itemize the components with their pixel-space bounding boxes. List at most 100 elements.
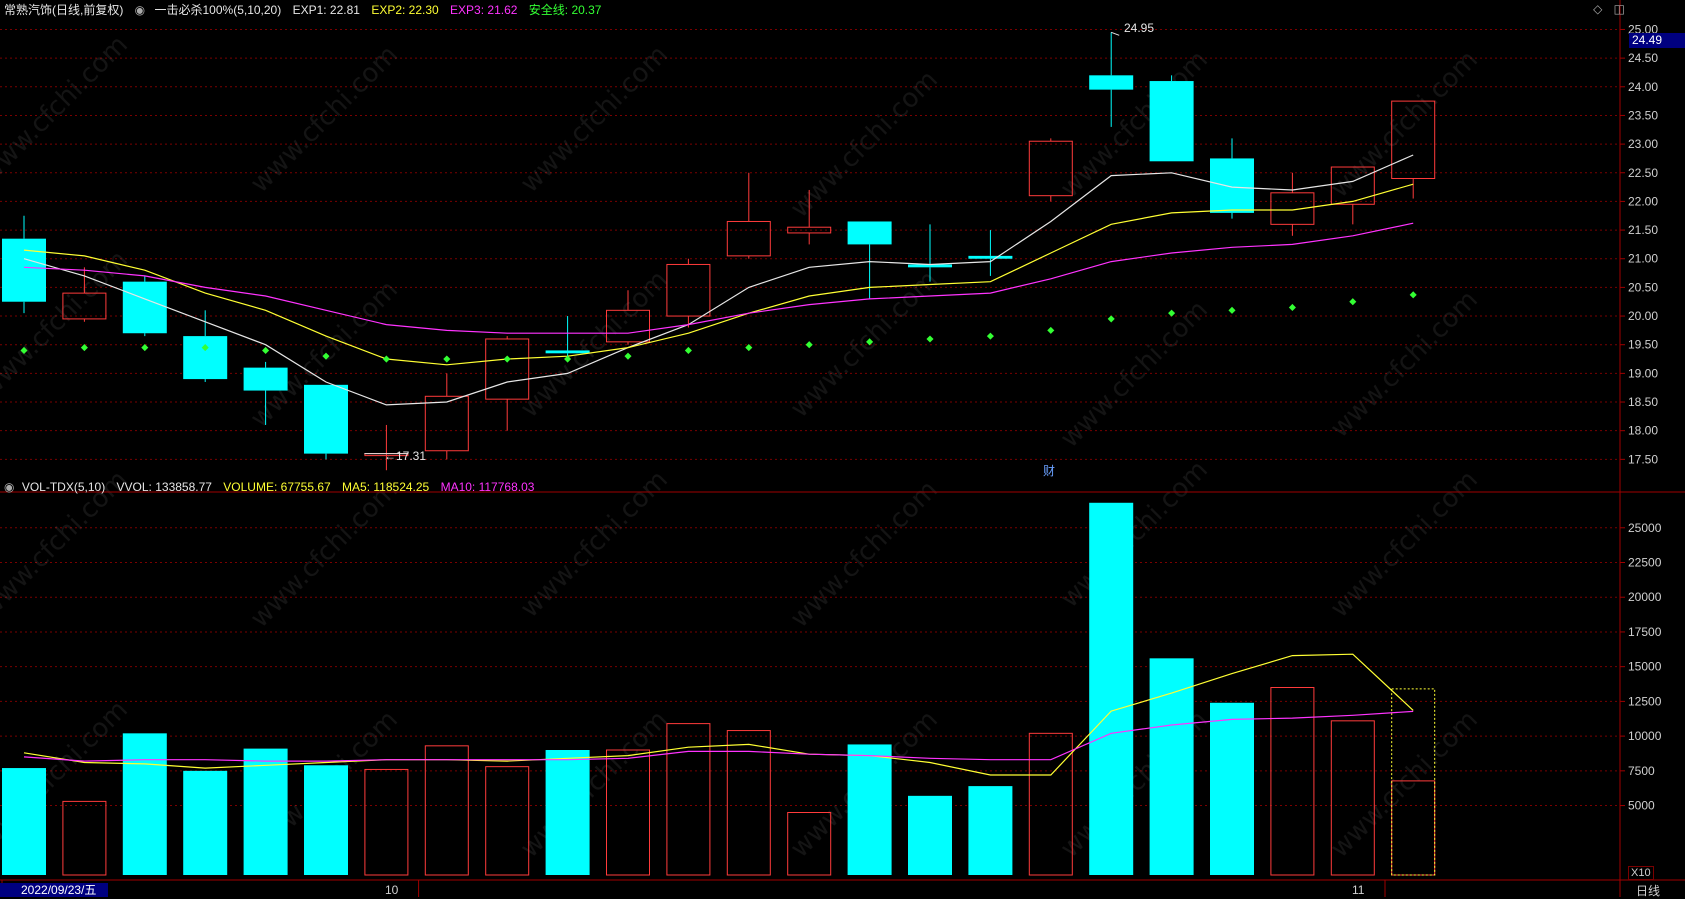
- candle: [968, 230, 1013, 276]
- volume-tick-label: 22500: [1628, 556, 1662, 570]
- candle-body: [545, 350, 590, 354]
- candle-body: [183, 336, 228, 380]
- price-tick-label: 18.50: [1628, 395, 1658, 409]
- stock-chart: www.cfchi.com www.cfchi.com www.cfchi.com w…: [0, 0, 1685, 897]
- high-marker-arrow: [1111, 31, 1120, 36]
- price-tick-label: 21.50: [1628, 223, 1658, 237]
- price-header: 常熟汽饰(日线,前复权) ◉ 一击必杀100%(5,10,20) EXP1: 2…: [4, 1, 609, 19]
- period-label[interactable]: 日线: [1636, 882, 1660, 899]
- watermark-text: www.cfchi.com: [1325, 285, 1484, 444]
- volume-tick-label: 17500: [1628, 625, 1662, 639]
- current-price-badge: 24.49: [1629, 33, 1685, 48]
- safe-line-dot: [684, 346, 692, 354]
- volume-tick-label: 7500: [1628, 764, 1655, 778]
- price-tick-label: 23.00: [1628, 137, 1658, 151]
- collapse-icon[interactable]: ◉: [4, 480, 14, 494]
- safe-line-dot: [443, 355, 451, 363]
- safe-line-value: 安全线: 20.37: [528, 3, 602, 17]
- volume-line-ma5: [23, 653, 1414, 776]
- volume-bar: [485, 766, 530, 876]
- price-tick-label: 17.50: [1628, 452, 1658, 466]
- price-tick-label: 19.50: [1628, 338, 1658, 352]
- volume-tick-label: 15000: [1628, 660, 1662, 674]
- date-label-oct: 10: [385, 883, 399, 897]
- candle-body: [1089, 75, 1134, 90]
- safe-line-dot: [624, 352, 632, 360]
- indicator-name[interactable]: 一击必杀100%(5,10,20): [155, 3, 282, 17]
- candle-body: [243, 367, 288, 391]
- volume-bar: [908, 795, 952, 875]
- ma5-value: MA5: 118524.25: [342, 480, 430, 494]
- candle-body: [122, 281, 167, 334]
- price-tick-label: 23.50: [1628, 108, 1658, 122]
- candle-body: [1270, 192, 1315, 225]
- candle: [304, 384, 348, 460]
- volume-bar: [424, 745, 469, 876]
- candlestick-chart[interactable]: [2, 31, 1436, 471]
- candle-body: [304, 384, 348, 454]
- candle: [424, 373, 469, 460]
- exp2-value: EXP2: 22.30: [371, 3, 439, 17]
- price-tick-label: 19.00: [1628, 366, 1658, 380]
- volume-bar: [364, 768, 409, 876]
- safe-line-dot: [926, 335, 934, 343]
- exp1-value: EXP1: 22.81: [292, 3, 360, 17]
- candle: [485, 336, 530, 431]
- safe-line-dot: [1228, 306, 1236, 314]
- volume-header: ◉ VOL-TDX(5,10) VVOL: 133858.77 VOLUME: …: [4, 478, 542, 496]
- stock-title[interactable]: 常熟汽饰(日线,前复权): [4, 3, 123, 17]
- volume-bar: [2, 768, 46, 875]
- safe-line-dot: [1107, 315, 1115, 323]
- watermark-text: www.cfchi.com: [1325, 705, 1484, 864]
- watermark-text: www.cfchi.com: [1325, 465, 1484, 624]
- candle-body: [2, 238, 46, 302]
- volume-value: VOLUME: 67755.67: [223, 480, 331, 494]
- date-label-start: 2022/09/23/五: [0, 883, 108, 897]
- price-tick-label: 22.50: [1628, 166, 1658, 180]
- safe-line-dot: [262, 346, 270, 354]
- vol-indicator-name[interactable]: VOL-TDX(5,10): [22, 480, 105, 494]
- volume-bar: [1149, 658, 1194, 875]
- candle: [726, 172, 771, 259]
- volume-tick-label: 12500: [1628, 694, 1662, 708]
- watermark-text: www.cfchi.com: [1325, 45, 1484, 204]
- diamond-icon[interactable]: ◇: [1593, 2, 1602, 16]
- watermark-text: www.cfchi.com: [245, 40, 404, 199]
- exp3-value: EXP3: 21.62: [450, 3, 518, 17]
- finance-marker[interactable]: 财: [1043, 462, 1055, 479]
- watermark-text: www.cfchi.com: [515, 705, 674, 864]
- volume-bar: [1210, 702, 1254, 875]
- candle-body: [1149, 81, 1194, 162]
- safe-line-dot: [1409, 291, 1417, 299]
- x10-scale-label: X10: [1628, 866, 1654, 880]
- price-tick-label: 24.00: [1628, 80, 1658, 94]
- candle-body: [424, 395, 469, 452]
- price-tick-label: 22.00: [1628, 194, 1658, 208]
- candle-body: [847, 221, 892, 245]
- volume-bar: [1270, 687, 1315, 876]
- price-tick-label: 20.50: [1628, 280, 1658, 294]
- watermark-text: www.cfchi.com: [245, 475, 404, 634]
- candle: [666, 258, 711, 328]
- price-line-exp1: [23, 154, 1414, 406]
- safe-line-dot: [503, 355, 511, 363]
- candle: [1270, 172, 1315, 236]
- safe-line-dot: [986, 332, 994, 340]
- window-controls: ◇ ◫: [1593, 2, 1625, 16]
- candle-body: [1210, 158, 1254, 213]
- volume-bar: [62, 800, 107, 876]
- price-tick-label: 18.00: [1628, 424, 1658, 438]
- volume-bar: [243, 748, 288, 875]
- collapse-icon[interactable]: ◉: [135, 3, 145, 17]
- restore-icon[interactable]: ◫: [1614, 2, 1625, 16]
- volume-bar: [545, 750, 590, 875]
- candle-body: [968, 255, 1013, 259]
- volume-bar: [1089, 502, 1134, 875]
- volume-chart[interactable]: [2, 502, 1436, 876]
- candle: [122, 275, 167, 337]
- watermark-text: www.cfchi.com: [0, 30, 134, 189]
- safe-line-dot: [1288, 303, 1296, 311]
- safe-line-dot: [382, 355, 390, 363]
- candle-body: [485, 338, 530, 400]
- watermarks: www.cfchi.com www.cfchi.com www.cfchi.com w…: [0, 30, 1484, 864]
